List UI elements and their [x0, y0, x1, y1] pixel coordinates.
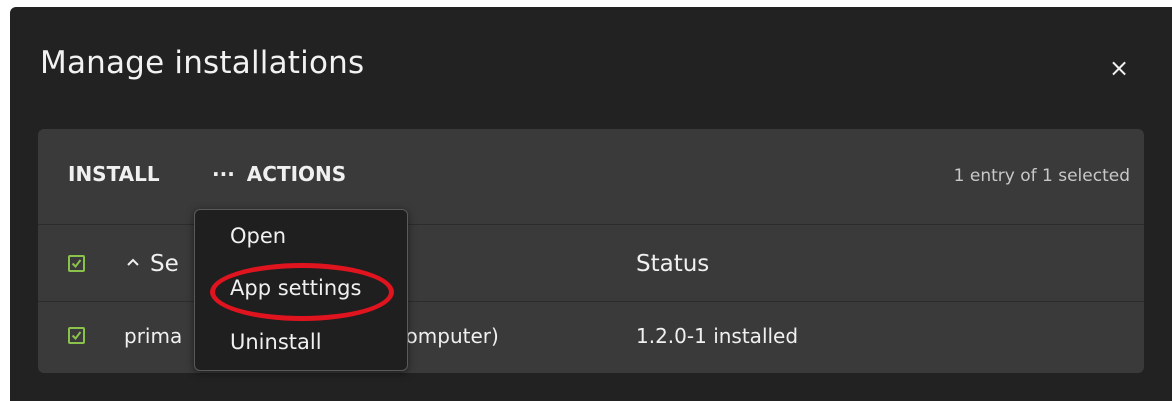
actions-menu: Open App settings Uninstall — [194, 209, 408, 371]
manage-installations-dialog: Manage installations × INSTALL ··· ACTION… — [10, 7, 1172, 401]
menu-item-app-settings[interactable]: App settings — [230, 276, 361, 300]
menu-item-open[interactable]: Open — [230, 224, 286, 248]
service-name-start: prima — [124, 324, 183, 348]
column-header-service[interactable]: Se — [150, 251, 179, 277]
dialog-title: Manage installations — [40, 45, 365, 81]
checkmark-icon — [71, 259, 82, 269]
selection-count: 1 entry of 1 selected — [953, 166, 1130, 186]
actions-label: ACTIONS — [246, 162, 347, 186]
sort-ascending-icon[interactable] — [126, 253, 140, 274]
column-header-status[interactable]: Status — [636, 251, 709, 277]
actions-button[interactable]: ··· ACTIONS — [212, 162, 346, 186]
checkmark-icon — [71, 331, 82, 341]
more-horizontal-icon: ··· — [212, 162, 235, 186]
select-all-checkbox[interactable] — [68, 255, 85, 272]
row-checkbox[interactable] — [68, 327, 85, 344]
close-icon: × — [1108, 54, 1130, 82]
status-cell: 1.2.0-1 installed — [636, 324, 799, 348]
install-button[interactable]: INSTALL — [68, 162, 160, 186]
menu-item-uninstall[interactable]: Uninstall — [230, 330, 322, 354]
close-button[interactable]: × — [1104, 53, 1134, 83]
